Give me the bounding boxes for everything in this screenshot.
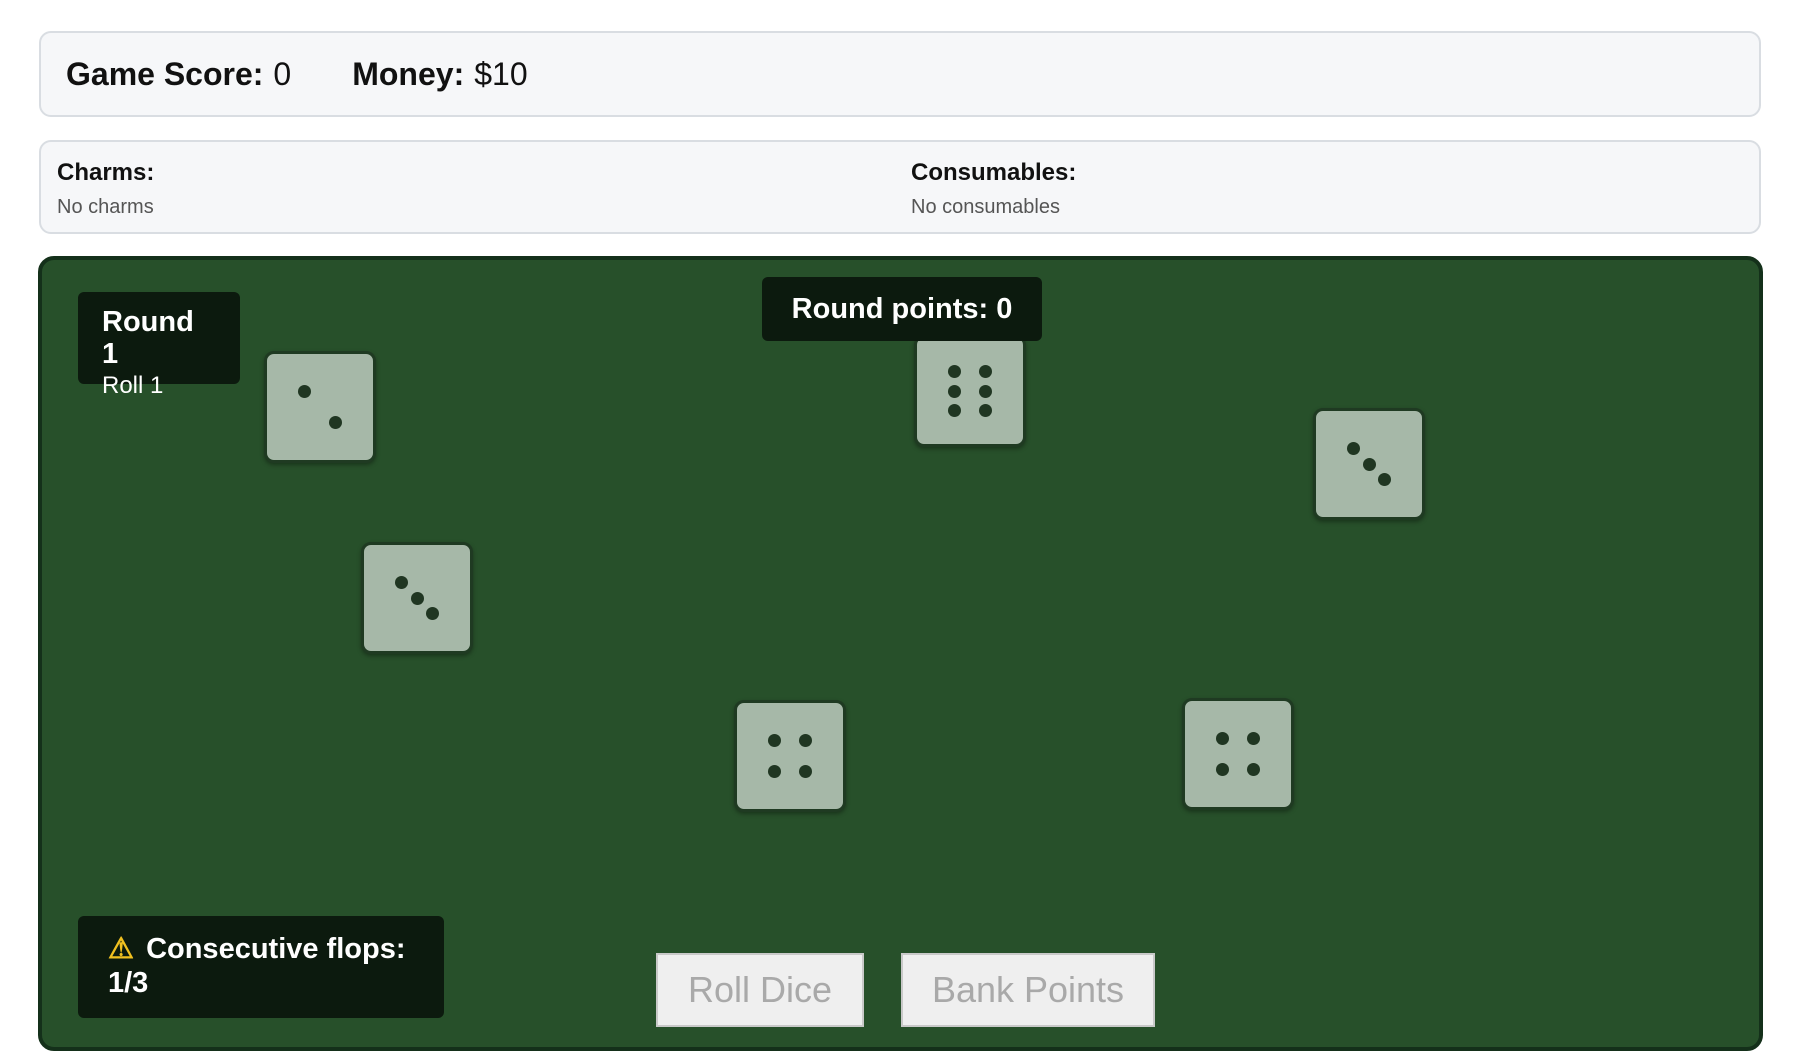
- game-score-label: Game Score:: [66, 55, 264, 92]
- round-title: Round 1: [102, 306, 194, 370]
- inventory-panel: Charms: No charms Consumables: No consum…: [39, 140, 1761, 234]
- die-pip: [1346, 441, 1360, 455]
- round-info: Round 1 Roll 1: [78, 292, 240, 399]
- die-pip: [1215, 731, 1229, 745]
- money: Money: $10: [352, 56, 527, 93]
- consecutive-flops: ⚠ Consecutive flops: 1/3: [78, 916, 444, 1018]
- warning-icon: ⚠: [108, 933, 134, 965]
- die-pip: [947, 403, 961, 417]
- consumables-empty-text: No consumables: [911, 196, 1060, 218]
- die-3[interactable]: [1313, 408, 1425, 520]
- roll-counter: Roll 1: [102, 372, 164, 399]
- flops-label: Consecutive flops:: [146, 933, 406, 965]
- die-pip: [947, 365, 961, 379]
- die-pip: [329, 416, 343, 430]
- bank-points-button[interactable]: Bank Points: [901, 953, 1155, 1027]
- die-pip: [1362, 457, 1376, 471]
- die-pip: [979, 403, 993, 417]
- consumables-title: Consumables:: [911, 159, 1077, 186]
- charms-section: Charms: No charms: [41, 142, 895, 232]
- die-4[interactable]: [361, 542, 473, 654]
- die-pip: [1247, 763, 1261, 777]
- die-pip: [767, 765, 781, 779]
- die-pip: [799, 765, 813, 779]
- die-2[interactable]: [914, 335, 1026, 447]
- roll-dice-button[interactable]: Roll Dice: [656, 953, 864, 1027]
- die-pip: [1378, 473, 1392, 487]
- game-score: Game Score: 0: [66, 56, 291, 93]
- die-pip: [947, 384, 961, 398]
- dice-table: Round 1 Roll 1 Round points: 0 ⚠ Consecu…: [38, 256, 1763, 1051]
- die-pip: [426, 607, 440, 621]
- round-points: Round points: 0: [762, 277, 1042, 341]
- die-6[interactable]: [1182, 698, 1294, 810]
- die-pip: [1215, 763, 1229, 777]
- die-pip: [1247, 731, 1261, 745]
- consumables-section: Consumables: No consumables: [895, 142, 1749, 232]
- die-pip: [979, 384, 993, 398]
- money-value: $10: [474, 55, 528, 92]
- money-label: Money:: [352, 55, 465, 92]
- die-pip: [799, 733, 813, 747]
- die-pip: [767, 733, 781, 747]
- die-pip: [410, 591, 424, 605]
- die-pip: [979, 365, 993, 379]
- die-pip: [394, 575, 408, 589]
- die-1[interactable]: [264, 351, 376, 463]
- charms-title: Charms:: [57, 159, 155, 186]
- game-score-value: 0: [273, 55, 292, 92]
- flops-value: 1/3: [108, 967, 149, 999]
- charms-empty-text: No charms: [57, 196, 154, 218]
- die-5[interactable]: [734, 700, 846, 812]
- score-bar: Game Score: 0 Money: $10: [39, 31, 1761, 117]
- die-pip: [297, 384, 311, 398]
